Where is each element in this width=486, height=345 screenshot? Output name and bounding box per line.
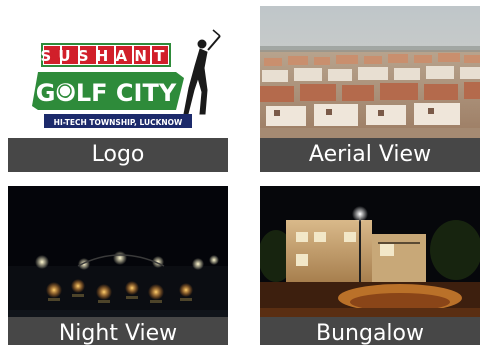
aerial-view-image <box>260 6 480 138</box>
gallery-tile-aerial-view[interactable]: Aerial View <box>260 6 480 172</box>
tile-caption: Night View <box>8 317 228 345</box>
gallery-tile-logo[interactable]: SUSHANT GOLF CITY HI-TECH TOWNSHIP, LUCK… <box>8 6 228 172</box>
golfer-icon <box>183 29 221 115</box>
logo-top-word: SUSHANT <box>40 47 171 65</box>
logo-image: SUSHANT GOLF CITY HI-TECH TOWNSHIP, LUCK… <box>8 6 228 138</box>
night-view-image <box>8 186 228 317</box>
golf-ball-icon <box>58 84 72 98</box>
logo-tagline: HI-TECH TOWNSHIP, LUCKNOW <box>54 118 183 127</box>
gallery-tile-night-view[interactable]: Night View <box>8 186 228 345</box>
tile-caption: Aerial View <box>260 138 480 172</box>
bungalow-image <box>260 186 480 317</box>
tile-caption: Bungalow <box>260 317 480 345</box>
gallery-tile-bungalow[interactable]: Bungalow <box>260 186 480 345</box>
tile-caption: Logo <box>8 138 228 172</box>
logo-main-word: GOLF CITY <box>36 79 177 107</box>
